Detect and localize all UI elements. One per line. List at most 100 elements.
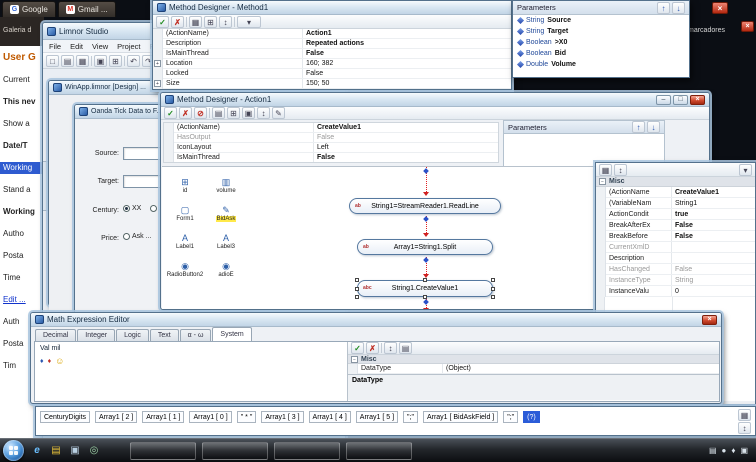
move-arrow-icon[interactable]: ↑ <box>632 121 645 133</box>
quick-launch-icon[interactable]: ◎ <box>87 444 101 458</box>
connector-diamond-icon[interactable] <box>423 216 429 222</box>
grid-view-icon[interactable]: ▦ <box>738 409 751 421</box>
action1-titlebar[interactable]: Method Designer - Action1 – □ × <box>161 93 709 107</box>
expression-token[interactable]: Array1 [ 1 ] <box>142 411 185 423</box>
expander-icon[interactable]: + <box>154 60 161 67</box>
grid-view-icon[interactable]: ▾ <box>739 163 752 176</box>
expression-token[interactable]: ";" <box>403 411 418 423</box>
math-tab[interactable]: Decimal <box>35 329 77 341</box>
property-value[interactable]: False <box>314 133 498 142</box>
property-row[interactable]: + InstanceType String <box>596 275 755 286</box>
expression-token[interactable]: Array1 [ 5 ] <box>355 411 399 423</box>
toolbar-icon[interactable]: ↶ <box>127 54 140 67</box>
toolbar-icon[interactable]: ↕ <box>257 107 270 119</box>
expression-token[interactable]: " * " <box>236 411 257 423</box>
taskbar-window-button[interactable] <box>202 442 268 460</box>
toolbar-icon[interactable]: ⊞ <box>109 54 122 67</box>
radio-icon[interactable] <box>150 205 158 212</box>
component-item[interactable]: A Label1 <box>165 228 205 255</box>
property-value[interactable]: 150; 50 <box>303 79 511 88</box>
expression-token[interactable]: Array1 [ BidAskField ] <box>422 411 499 423</box>
component-item[interactable]: ▥ volume <box>206 172 246 199</box>
expression-token[interactable]: Array1 [ 4 ] <box>308 411 351 423</box>
taskbar-window-button[interactable] <box>346 442 412 460</box>
component-item[interactable]: ◉ RadioButton2 <box>165 256 205 283</box>
parameter-item[interactable]: String Target <box>513 26 689 37</box>
background-window-close-icon[interactable]: × <box>712 2 728 14</box>
selection-handle[interactable] <box>355 278 359 282</box>
toolbar-icon[interactable]: ▣ <box>94 54 107 67</box>
toolbar-icon[interactable]: ▤ <box>61 54 74 67</box>
property-row[interactable]: + Location 160; 382 <box>153 59 511 69</box>
property-value[interactable]: 0 <box>672 286 755 296</box>
toolbar-icon[interactable]: ▦ <box>189 15 202 28</box>
toolbar-icon[interactable]: ✓ <box>164 107 177 119</box>
property-value[interactable]: (Object) <box>443 364 719 373</box>
flow-node[interactable]: ab String1=StreamReader1.ReadLine <box>349 198 501 214</box>
menu-item[interactable]: Project <box>117 42 140 51</box>
parameter-item[interactable]: Double Volume <box>513 59 689 70</box>
property-value[interactable]: False <box>314 153 498 162</box>
expression-tokens[interactable]: CenturyDigits Array1 [ 2 ] Array1 [ 1 ] … <box>40 411 720 423</box>
collapse-icon[interactable]: − <box>351 355 358 363</box>
property-row[interactable]: + IsMainThread False <box>153 49 511 59</box>
property-value[interactable] <box>672 253 755 263</box>
math-tab[interactable]: System <box>212 327 252 341</box>
property-row[interactable]: + (ActionName) CreateValue1 <box>164 123 498 133</box>
toolbar-icon[interactable]: ▤ <box>399 342 412 354</box>
selection-handle[interactable] <box>423 278 427 282</box>
property-value[interactable]: Action1 <box>303 29 511 38</box>
toolbar-icon[interactable]: ⊘ <box>194 107 207 119</box>
property-value[interactable]: False <box>672 231 755 241</box>
property-row[interactable]: + (ActionName) Action1 <box>153 29 511 39</box>
method1-titlebar[interactable]: Method Designer - Method1 <box>153 1 511 15</box>
property-value[interactable]: False <box>303 69 511 78</box>
close-icon[interactable]: × <box>690 94 705 105</box>
property-row[interactable]: + (VariableNam String1 <box>596 198 755 209</box>
parameter-item[interactable]: String Source <box>513 15 689 26</box>
selection-handle[interactable] <box>355 286 359 291</box>
quick-launch-icon[interactable]: e <box>30 444 44 458</box>
property-value[interactable]: String1 <box>672 198 755 208</box>
toolbar-icon[interactable]: ▾ <box>237 15 261 28</box>
property-row[interactable]: + CurrentXmlD <box>596 242 755 253</box>
math-tab[interactable]: α - ω <box>179 329 212 341</box>
math-tab[interactable]: Text <box>149 329 179 341</box>
property-row[interactable]: + ActionCondit true <box>596 209 755 220</box>
connector-diamond-icon[interactable] <box>423 168 429 174</box>
property-value[interactable]: 160; 382 <box>303 59 511 68</box>
toolbar-icon[interactable]: ▦ <box>76 54 89 67</box>
tray-icon[interactable]: ● <box>722 445 727 456</box>
property-value[interactable]: Left <box>314 143 498 152</box>
toolbar-icon[interactable]: ↕ <box>384 342 397 354</box>
selection-handle[interactable] <box>423 295 427 299</box>
toolbar-icon[interactable]: ✓ <box>156 15 169 28</box>
close-icon[interactable]: × <box>702 314 717 325</box>
property-value[interactable]: CreateValue1 <box>314 123 498 132</box>
minimize-icon[interactable]: – <box>656 94 671 105</box>
component-item[interactable]: ✎ BidAsk <box>206 200 246 227</box>
math-props-category[interactable]: − Misc <box>348 355 719 364</box>
quick-launch-icon[interactable]: ▤ <box>49 444 63 458</box>
expression-element-icon[interactable]: ♦ <box>40 357 44 366</box>
toolbar-icon[interactable]: ⊞ <box>204 15 217 28</box>
connector-diamond-icon[interactable] <box>423 299 429 305</box>
grid-view-icon[interactable]: ↕ <box>738 422 751 434</box>
start-button[interactable] <box>3 440 24 461</box>
expression-token[interactable]: Array1 [ 2 ] <box>95 411 138 423</box>
expression-token[interactable]: CenturyDigits <box>40 411 91 423</box>
tray-icon[interactable]: ♦ <box>731 445 735 456</box>
math-titlebar[interactable]: Math Expression Editor × <box>31 313 721 327</box>
property-row[interactable]: + (ActionName CreateValue1 <box>596 187 755 198</box>
tray-icon[interactable]: ▤ <box>709 445 717 456</box>
flow-node[interactable]: ab Array1=String1.Split <box>357 239 493 255</box>
browser-tab[interactable]: M Gmail ... <box>57 1 116 17</box>
toolbar-icon[interactable] <box>186 16 187 27</box>
toolbar-icon[interactable]: ↕ <box>219 15 232 28</box>
component-item[interactable]: ◉ adioE <box>206 256 246 283</box>
taskbar-window-button[interactable] <box>274 442 340 460</box>
property-row[interactable]: + Description <box>596 253 755 264</box>
property-value[interactable]: true <box>672 209 755 219</box>
background-window-close-icon[interactable]: × <box>741 21 754 32</box>
toolbar-icon[interactable]: ✗ <box>366 342 379 354</box>
